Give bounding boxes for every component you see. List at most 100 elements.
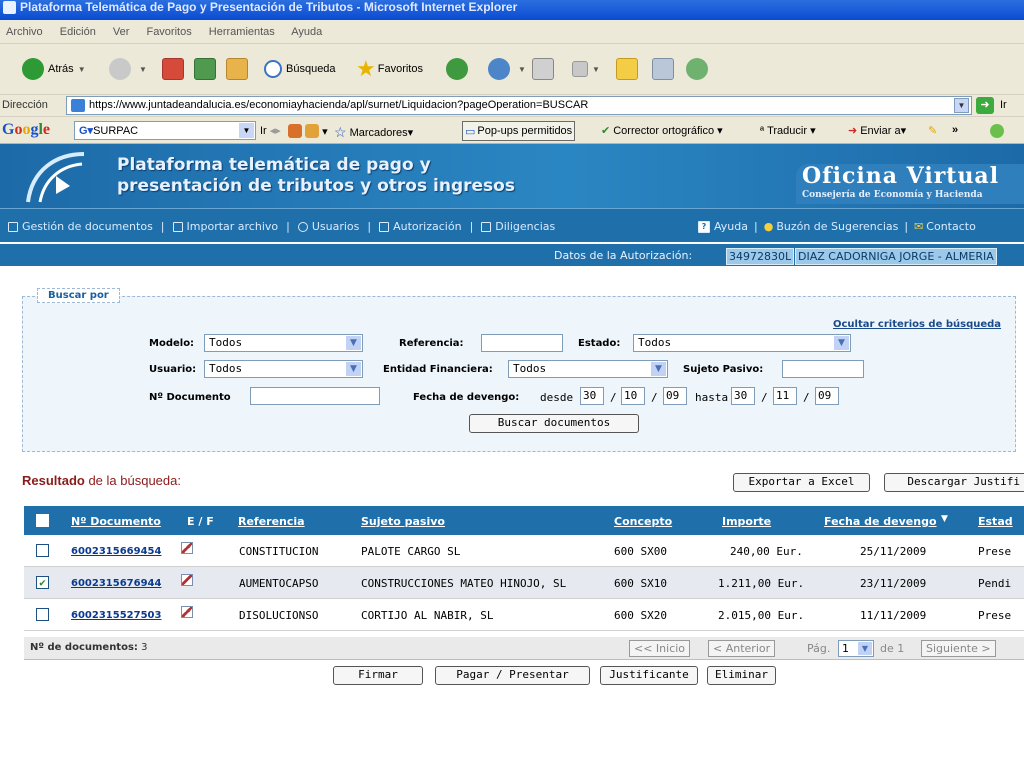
history-button[interactable] (446, 56, 472, 82)
menu-ayuda[interactable]: Ayuda (291, 26, 322, 38)
send-to-button[interactable]: ➜ Enviar a ▾ (848, 124, 906, 138)
hasta-day-input[interactable]: 30 (731, 387, 755, 405)
row-checkbox[interactable] (36, 544, 49, 557)
usuario-label: Usuario: (149, 364, 197, 375)
col-concepto[interactable]: Concepto (614, 515, 672, 528)
search-button[interactable]: Búsqueda (264, 56, 336, 82)
select-all-checkbox[interactable] (36, 514, 49, 527)
table-row[interactable]: 6002315669454 CONSTITUCION PALOTE CARGO … (24, 535, 1024, 567)
document-link[interactable]: 6002315676944 (71, 578, 161, 589)
home-button[interactable] (226, 56, 248, 82)
pager-next-button[interactable]: Siguiente > (921, 640, 996, 657)
sign-button[interactable]: Firmar (333, 666, 423, 685)
help-icon: ? (698, 220, 710, 233)
address-input[interactable]: https://www.juntadeandalucia.es/economia… (66, 96, 972, 115)
usuario-select[interactable]: Todos ▼ (204, 360, 363, 378)
more-button[interactable]: » (952, 124, 958, 136)
folder-button[interactable] (616, 56, 638, 82)
hasta-month-input[interactable]: 11 (773, 387, 797, 405)
nav-autorizacion[interactable]: Autorización (379, 220, 462, 233)
highlight-button[interactable]: ✎ (928, 124, 937, 137)
nav-gestion-documentos[interactable]: Gestión de documentos (8, 220, 153, 233)
col-sujeto[interactable]: Sujeto pasivo (361, 515, 445, 528)
sujeto-input[interactable] (782, 360, 864, 378)
chevron-down-icon[interactable]: ▼ (239, 123, 254, 138)
google-search-input[interactable]: G▾SURPAC ▼ (74, 121, 256, 140)
refresh-button[interactable] (194, 56, 216, 82)
download-justificante-button[interactable]: Descargar Justifi (884, 473, 1024, 492)
col-estado[interactable]: Estad (978, 515, 1013, 528)
documento-input[interactable] (250, 387, 380, 405)
row-checkbox[interactable] (36, 608, 49, 621)
pager-first-button[interactable]: << Inicio (629, 640, 691, 657)
menu-favoritos[interactable]: Favoritos (146, 26, 191, 38)
edit-pencil-icon[interactable] (181, 574, 193, 586)
mail-button[interactable]: ▼ (488, 56, 526, 82)
edit-pencil-icon[interactable] (181, 606, 193, 618)
desde-year-input[interactable]: 09 (663, 387, 687, 405)
modelo-select[interactable]: Todos ▼ (204, 334, 363, 352)
document-link[interactable]: 6002315527503 (71, 610, 161, 621)
cell-referencia: AUMENTOCAPSO (239, 577, 319, 590)
nav-usuarios[interactable]: Usuarios (297, 220, 359, 233)
row-checkbox-checked[interactable]: ✔ (36, 576, 49, 589)
cell-sujeto: CORTIJO AL NABIR, SL (361, 609, 494, 622)
hasta-year-input[interactable]: 09 (815, 387, 839, 405)
auth-nif: 34972830L (726, 248, 795, 265)
nav-importar-archivo[interactable]: Importar archivo (172, 220, 278, 233)
go-arrow-icon[interactable]: ➜ (976, 97, 994, 114)
hide-criteria-link[interactable]: Ocultar criterios de búsqueda (833, 319, 1001, 330)
research-button[interactable] (652, 56, 674, 82)
nav-ayuda[interactable]: ? Ayuda (698, 220, 748, 233)
cell-importe: 240,00 Eur. (730, 545, 803, 558)
translate-button[interactable]: ª Traducir ▾ (760, 124, 816, 138)
desde-day-input[interactable]: 30 (580, 387, 604, 405)
pager-page-select[interactable]: 1 ▼ (838, 640, 874, 657)
delete-button[interactable]: Eliminar (707, 666, 776, 685)
edit-button[interactable]: ▼ (572, 56, 600, 82)
nav-diligencias[interactable]: Diligencias (481, 220, 555, 233)
bookmarks-button[interactable]: ☆ Marcadores ▾ (334, 124, 413, 141)
stop-button[interactable] (162, 56, 184, 82)
spellcheck-button[interactable]: ✔ Corrector ortográfico ▾ (601, 124, 723, 138)
popups-button[interactable]: ▭ Pop-ups permitidos (462, 121, 576, 141)
people-icon (686, 58, 708, 80)
desde-month-input[interactable]: 10 (621, 387, 645, 405)
table-row[interactable]: ✔ 6002315676944 AUMENTOCAPSO CONSTRUCCIO… (24, 567, 1024, 599)
forward-button[interactable]: ▼ (109, 56, 147, 82)
entidad-select[interactable]: Todos ▼ (508, 360, 668, 378)
col-referencia[interactable]: Referencia (238, 515, 305, 528)
favorites-button[interactable]: ★ Favoritos (356, 56, 423, 82)
menu-herramientas[interactable]: Herramientas (209, 26, 275, 38)
search-legend: Buscar por (37, 288, 120, 303)
edit-pencil-icon[interactable] (181, 542, 193, 554)
menu-archivo[interactable]: Archivo (6, 26, 43, 38)
menu-edicion[interactable]: Edición (60, 26, 96, 38)
col-documento[interactable]: Nº Documento (71, 515, 161, 528)
mail-icon (488, 58, 510, 80)
forward-arrow-icon (109, 58, 131, 80)
google-misc-icons[interactable]: ▾ (288, 124, 328, 138)
pay-present-button[interactable]: Pagar / Presentar (435, 666, 590, 685)
export-excel-button[interactable]: Exportar a Excel (733, 473, 870, 492)
receipt-button[interactable]: Justificante (600, 666, 698, 685)
nav-contacto[interactable]: ✉ Contacto (914, 220, 976, 233)
stop-icon (162, 58, 184, 80)
go-label[interactable]: Ir (1000, 99, 1007, 111)
col-importe[interactable]: Importe (722, 515, 771, 528)
back-button[interactable]: Atrás ▼ (22, 56, 86, 82)
menu-ver[interactable]: Ver (113, 26, 130, 38)
google-go-button[interactable]: Ir ◂▸ (260, 124, 281, 138)
table-row[interactable]: 6002315527503 DISOLUCIONSO CORTIJO AL NA… (24, 599, 1024, 631)
pager-prev-button[interactable]: < Anterior (708, 640, 776, 657)
referencia-input[interactable] (481, 334, 563, 352)
messenger-button[interactable] (686, 56, 708, 82)
chevron-down-icon[interactable]: ▼ (954, 98, 969, 113)
search-documents-button[interactable]: Buscar documentos (469, 414, 639, 433)
estado-select[interactable]: Todos ▼ (633, 334, 851, 352)
col-fecha[interactable]: Fecha de devengo (824, 515, 937, 528)
document-link[interactable]: 6002315669454 (71, 546, 161, 557)
settings-circle-icon[interactable] (990, 124, 1008, 138)
print-button[interactable] (532, 56, 554, 82)
nav-buzon-sugerencias[interactable]: ● Buzón de Sugerencias (764, 220, 899, 233)
